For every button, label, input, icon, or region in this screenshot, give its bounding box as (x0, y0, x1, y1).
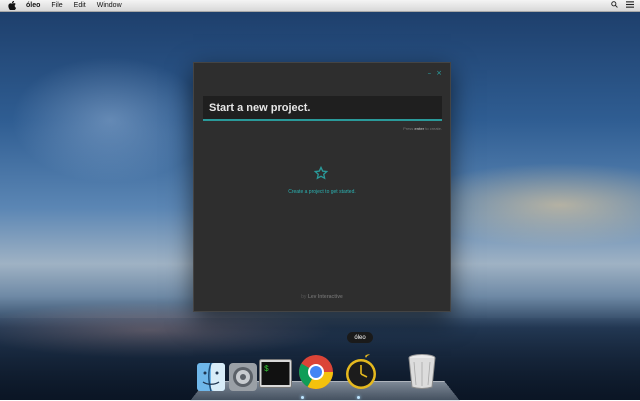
notification-center-icon[interactable] (626, 1, 634, 10)
svg-text:$: $ (264, 365, 269, 374)
enter-hint: Press enter to create. (403, 126, 442, 131)
chrome-running-indicator (301, 396, 304, 399)
oleo-icon[interactable] (343, 352, 379, 390)
oleo-running-indicator (357, 396, 360, 399)
close-button[interactable]: × (436, 69, 442, 77)
oleo-app-window: – × Press enter to create. Create a proj… (193, 62, 451, 312)
trash-icon[interactable] (407, 353, 437, 389)
menu-app-name[interactable]: óleo (26, 2, 40, 9)
system-preferences-icon[interactable] (228, 362, 258, 392)
apple-icon[interactable] (8, 1, 18, 11)
menu-window[interactable]: Window (97, 2, 122, 9)
dock-tooltip: óleo (347, 332, 373, 343)
menu-edit[interactable]: Edit (74, 2, 86, 9)
empty-state-message: Create a project to get started. (288, 189, 356, 195)
star-icon (312, 164, 330, 182)
window-controls: – × (428, 69, 442, 77)
spotlight-search-icon[interactable] (611, 1, 618, 10)
minimize-button[interactable]: – (428, 69, 432, 77)
menu-file[interactable]: File (51, 2, 62, 9)
new-project-input[interactable] (203, 96, 442, 121)
menubar: óleo File Edit Window (0, 0, 640, 12)
finder-icon[interactable] (196, 362, 226, 392)
terminal-icon[interactable]: $ (259, 359, 292, 390)
chrome-icon[interactable] (297, 353, 335, 391)
credit-text: by Lev Interactive (301, 294, 343, 300)
